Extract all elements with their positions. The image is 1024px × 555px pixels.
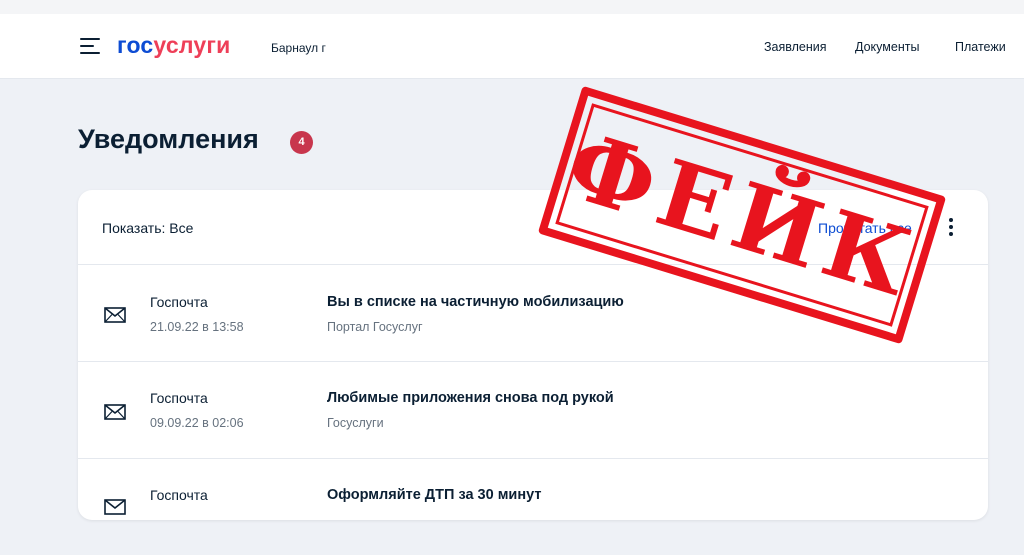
unread-count-badge: 4 bbox=[290, 131, 313, 154]
envelope-icon bbox=[104, 307, 126, 323]
notification-source: Госпочта bbox=[150, 390, 208, 406]
notifications-card: Показать: Все Прочитать все Госпочта 21.… bbox=[78, 190, 988, 520]
notification-subject: Оформляйте ДТП за 30 минут bbox=[327, 487, 542, 503]
notification-row[interactable]: Госпочта 09.09.22 в 02:06 Любимые прилож… bbox=[78, 362, 988, 458]
site-header: госуслуги Барнаул г Заявления Документы … bbox=[0, 14, 1024, 79]
nav-payments[interactable]: Платежи bbox=[955, 40, 1006, 54]
envelope-icon bbox=[104, 499, 126, 515]
notification-source: Госпочта bbox=[150, 487, 208, 503]
city-selector[interactable]: Барнаул г bbox=[271, 41, 326, 55]
filter-dropdown[interactable]: Показать: Все bbox=[102, 220, 193, 236]
browser-strip bbox=[0, 0, 1024, 15]
page-title: Уведомления bbox=[78, 124, 259, 154]
notification-date: 09.09.22 в 02:06 bbox=[150, 416, 244, 430]
notification-source: Госпочта bbox=[150, 294, 208, 310]
logo-part-gos: гос bbox=[117, 32, 154, 58]
notification-date: 21.09.22 в 13:58 bbox=[150, 320, 244, 334]
notification-row[interactable]: Госпочта 21.09.22 в 13:58 Вы в списке на… bbox=[78, 265, 988, 361]
menu-icon[interactable] bbox=[80, 38, 100, 54]
gosuslugi-logo[interactable]: госуслуги bbox=[117, 32, 230, 59]
notification-row[interactable]: Госпочта Оформляйте ДТП за 30 минут bbox=[78, 459, 988, 555]
notification-sender: Госуслуги bbox=[327, 416, 384, 430]
notification-sender: Портал Госуслуг bbox=[327, 320, 423, 334]
notification-subject: Любимые приложения снова под рукой bbox=[327, 390, 614, 406]
more-options-icon[interactable] bbox=[946, 217, 956, 237]
nav-documents[interactable]: Документы bbox=[855, 40, 919, 54]
nav-applications[interactable]: Заявления bbox=[764, 40, 827, 54]
envelope-icon bbox=[104, 404, 126, 420]
notification-subject: Вы в списке на частичную мобилизацию bbox=[327, 294, 624, 310]
read-all-button[interactable]: Прочитать все bbox=[818, 220, 912, 236]
logo-part-uslugi: услуги bbox=[153, 32, 231, 58]
